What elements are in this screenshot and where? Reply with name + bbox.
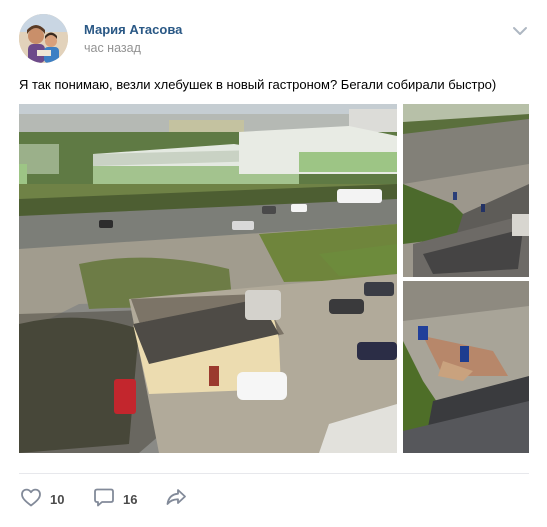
share-icon xyxy=(164,485,188,514)
like-count: 10 xyxy=(50,491,65,507)
comment-count: 16 xyxy=(123,491,138,507)
road-closeup-photo[interactable] xyxy=(403,104,529,277)
like-button[interactable]: 10 xyxy=(19,487,64,511)
yard-overview-photo[interactable] xyxy=(19,104,397,453)
share-button[interactable] xyxy=(164,487,188,511)
author-name-link[interactable]: Мария Атасова xyxy=(84,22,182,37)
comment-icon xyxy=(92,485,116,514)
comment-button[interactable]: 16 xyxy=(92,487,137,511)
avatar[interactable] xyxy=(19,14,68,63)
post-card: Мария Атасова час назад Я так понимаю, в… xyxy=(0,0,547,527)
people-collecting-photo[interactable] xyxy=(403,281,529,453)
post-text: Я так понимаю, везли хлебушек в новый га… xyxy=(19,77,497,92)
divider xyxy=(19,473,529,474)
post-time[interactable]: час назад xyxy=(84,41,141,55)
like-heart-icon xyxy=(19,485,43,514)
more-chevron-icon[interactable] xyxy=(511,24,529,38)
